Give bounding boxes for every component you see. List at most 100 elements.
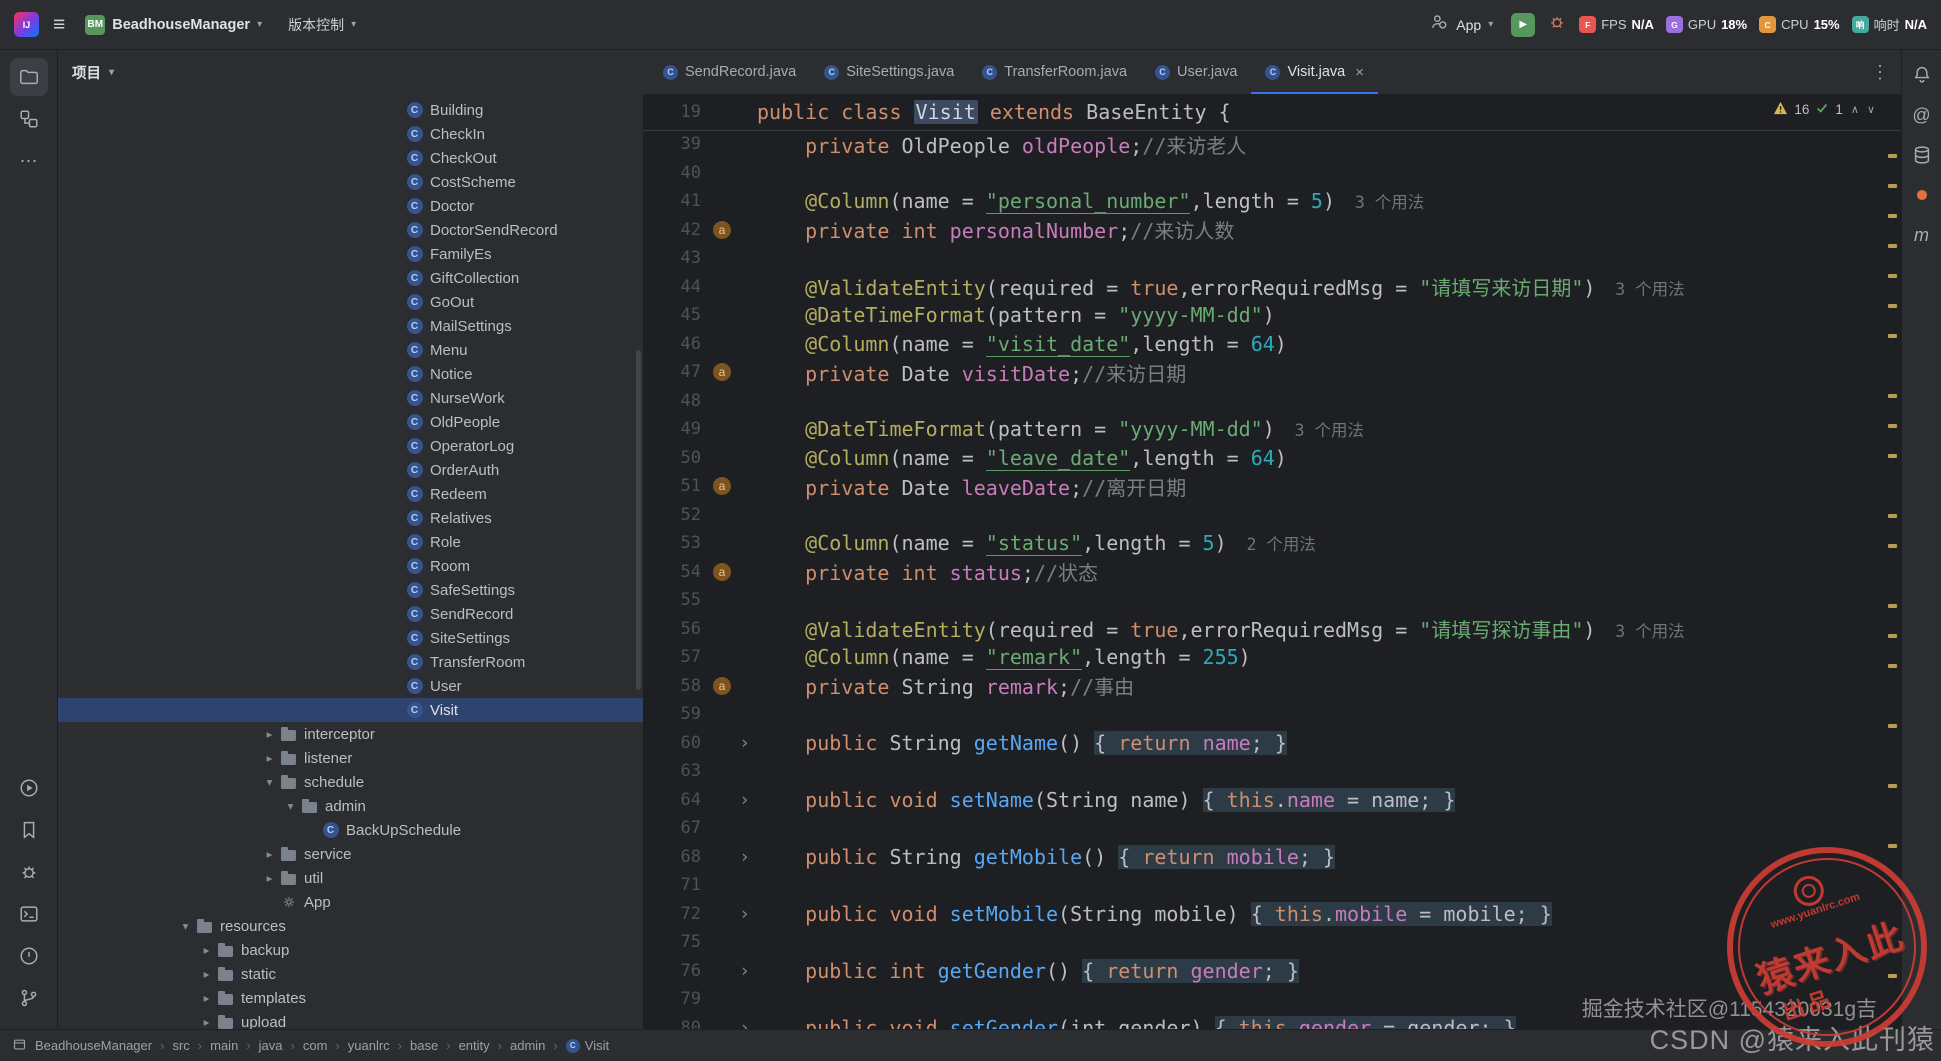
fold-arrow-icon[interactable]: ›	[739, 903, 750, 924]
collapse-arrow-icon[interactable]: ▾	[175, 919, 196, 933]
sidebar-item-checkin[interactable]: C CheckIn	[58, 122, 643, 146]
warning-stripe-mark[interactable]	[1888, 274, 1897, 278]
sidebar-item-doctorsendrecord[interactable]: C DoctorSendRecord	[58, 218, 643, 242]
tab-sitesettings-java[interactable]: C SiteSettings.java	[810, 50, 968, 94]
run-configuration-widget[interactable]: App ▾	[1423, 8, 1499, 41]
code-text[interactable]: @Column(name = "leave_date",length = 64)	[757, 445, 1901, 471]
code-text[interactable]: public void setName(String name) { this.…	[757, 787, 1901, 812]
code-text[interactable]: public String getName() { return name; }	[757, 730, 1901, 755]
breadcrumb-item[interactable]: java	[259, 1038, 283, 1053]
fold-arrow-icon[interactable]: ›	[739, 846, 750, 867]
sidebar-item-goout[interactable]: C GoOut	[58, 290, 643, 314]
breadcrumb-item[interactable]: entity	[459, 1038, 490, 1053]
project-panel-header[interactable]: 项目 ▾	[58, 50, 643, 94]
code-text[interactable]: @ValidateEntity(required = true,errorReq…	[757, 272, 1901, 301]
sidebar-item-static[interactable]: ▸ static	[58, 962, 643, 986]
code-text[interactable]: @ValidateEntity(required = true,errorReq…	[757, 614, 1901, 643]
breadcrumb-item[interactable]: C Visit	[565, 1038, 609, 1053]
warning-stripe-mark[interactable]	[1888, 214, 1897, 218]
project-icon[interactable]	[9, 58, 48, 96]
code-area[interactable]: 39 private OldPeople oldPeople;//来访老人 40 4…	[643, 130, 1901, 1029]
breadcrumb-item[interactable]: com	[303, 1038, 328, 1053]
code-text[interactable]: private int personalNumber;//来访人数	[757, 215, 1901, 244]
sidebar-item-notice[interactable]: C Notice	[58, 362, 643, 386]
error-stripe[interactable]	[1887, 94, 1899, 1029]
breadcrumb-item[interactable]: admin	[510, 1038, 545, 1053]
expand-arrow-icon[interactable]: ▸	[259, 727, 280, 741]
warning-stripe-mark[interactable]	[1888, 424, 1897, 428]
code-text[interactable]: public String getMobile() { return mobil…	[757, 844, 1901, 869]
sidebar-item-backup[interactable]: ▸ backup	[58, 938, 643, 962]
warning-stripe-mark[interactable]	[1888, 604, 1897, 608]
code-text[interactable]: @Column(name = "personal_number",length …	[757, 189, 1901, 215]
warning-stripe-mark[interactable]	[1888, 664, 1897, 668]
expand-arrow-icon[interactable]: ▸	[196, 991, 217, 1005]
annotation-gutter-icon[interactable]: a	[713, 363, 731, 382]
sidebar-item-backupschedule[interactable]: C BackUpSchedule	[58, 818, 643, 842]
sidebar-item-operatorlog[interactable]: C OperatorLog	[58, 434, 643, 458]
sidebar-item-visit[interactable]: C Visit	[58, 698, 643, 722]
sidebar-item-menu[interactable]: C Menu	[58, 338, 643, 362]
sidebar-item-util[interactable]: ▸ util	[58, 866, 643, 890]
warning-stripe-mark[interactable]	[1888, 304, 1897, 308]
annotation-gutter-icon[interactable]: a	[713, 676, 731, 695]
sidebar-item-nursework[interactable]: C NurseWork	[58, 386, 643, 410]
sidebar-item-resources[interactable]: ▾ resources	[58, 914, 643, 938]
inspections-widget[interactable]: 16 1 ∧ ∨	[1773, 101, 1875, 118]
tab-sendrecord-java[interactable]: C SendRecord.java	[649, 50, 810, 94]
sidebar-item-transferroom[interactable]: C TransferRoom	[58, 650, 643, 674]
debug-icon[interactable]	[10, 853, 48, 891]
ai-assistant-icon[interactable]: @	[1906, 98, 1938, 132]
sidebar-item-schedule[interactable]: ▾ schedule	[58, 770, 643, 794]
sidebar-item-building[interactable]: C Building	[58, 98, 643, 122]
sidebar-item-costscheme[interactable]: C CostScheme	[58, 170, 643, 194]
warning-stripe-mark[interactable]	[1888, 154, 1897, 158]
sidebar-item-sitesettings[interactable]: C SiteSettings	[58, 626, 643, 650]
tab-transferroom-java[interactable]: C TransferRoom.java	[968, 50, 1141, 94]
gradle-icon[interactable]	[1906, 178, 1938, 212]
code-text[interactable]: @Column(name = "remark",length = 255)	[757, 645, 1901, 671]
breadcrumb-item[interactable]: base	[410, 1038, 438, 1053]
warning-stripe-mark[interactable]	[1888, 784, 1897, 788]
warning-stripe-mark[interactable]	[1888, 244, 1897, 248]
sidebar-item-mailsettings[interactable]: C MailSettings	[58, 314, 643, 338]
sidebar-item-user[interactable]: C User	[58, 674, 643, 698]
notifications-icon[interactable]	[1906, 58, 1938, 92]
sidebar-item-doctor[interactable]: C Doctor	[58, 194, 643, 218]
code-text[interactable]: public int getGender() { return gender; …	[757, 958, 1901, 983]
maven-icon[interactable]: m	[1906, 218, 1938, 252]
expand-arrow-icon[interactable]: ▸	[259, 751, 280, 765]
sidebar-item-interceptor[interactable]: ▸ interceptor	[58, 722, 643, 746]
sidebar-item-sendrecord[interactable]: C SendRecord	[58, 602, 643, 626]
close-icon[interactable]: ×	[1355, 64, 1364, 81]
sidebar-item-checkout[interactable]: C CheckOut	[58, 146, 643, 170]
sidebar-item-app[interactable]: App	[58, 890, 643, 914]
project-widget[interactable]: BM BeadhouseManager ▾	[79, 11, 268, 39]
expand-arrow-icon[interactable]: ▸	[259, 871, 280, 885]
sidebar-item-room[interactable]: C Room	[58, 554, 643, 578]
warning-stripe-mark[interactable]	[1888, 394, 1897, 398]
warning-stripe-mark[interactable]	[1888, 334, 1897, 338]
next-problem-icon[interactable]: ∨	[1867, 103, 1875, 116]
prev-problem-icon[interactable]: ∧	[1851, 103, 1859, 116]
collapse-arrow-icon[interactable]: ▾	[259, 775, 280, 789]
code-text[interactable]: private Date visitDate;//来访日期	[757, 358, 1901, 387]
expand-arrow-icon[interactable]: ▸	[259, 847, 280, 861]
expand-arrow-icon[interactable]: ▸	[196, 1015, 217, 1029]
version-control-icon[interactable]	[10, 979, 48, 1017]
annotation-gutter-icon[interactable]: a	[713, 477, 731, 496]
run-button[interactable]: ▶	[1511, 12, 1536, 37]
warning-stripe-mark[interactable]	[1888, 544, 1897, 548]
expand-arrow-icon[interactable]: ▸	[196, 943, 217, 957]
breadcrumb-item[interactable]: main	[210, 1038, 238, 1053]
code-text[interactable]: @DateTimeFormat(pattern = "yyyy-MM-dd")	[757, 303, 1901, 327]
expand-arrow-icon[interactable]: ▸	[196, 967, 217, 981]
warning-stripe-mark[interactable]	[1888, 634, 1897, 638]
sidebar-item-upload[interactable]: ▸ upload	[58, 1010, 643, 1029]
code-text[interactable]: private OldPeople oldPeople;//来访老人	[757, 130, 1901, 159]
terminal-icon[interactable]	[10, 895, 48, 933]
sidebar-item-familyes[interactable]: C FamilyEs	[58, 242, 643, 266]
sidebar-item-templates[interactable]: ▸ templates	[58, 986, 643, 1010]
structure-icon[interactable]	[10, 100, 48, 138]
run-icon[interactable]	[10, 769, 48, 807]
